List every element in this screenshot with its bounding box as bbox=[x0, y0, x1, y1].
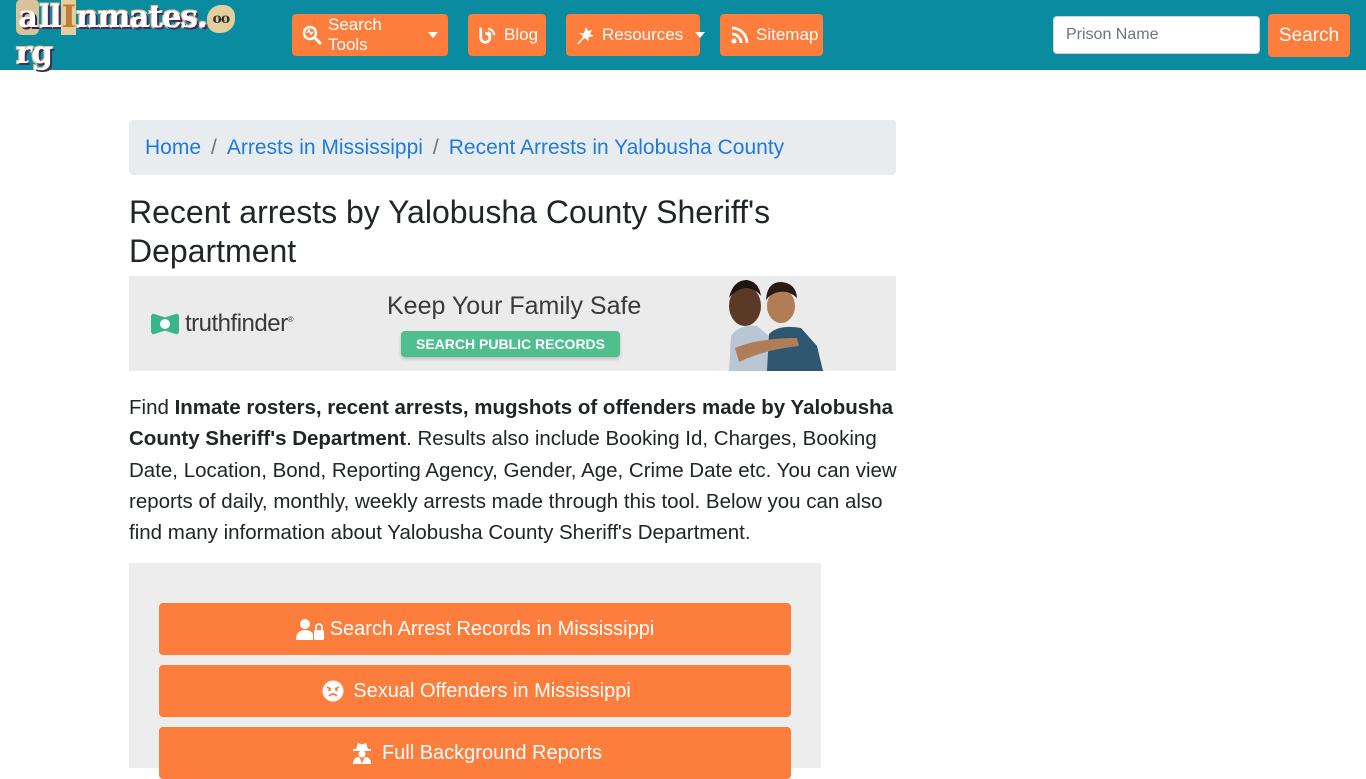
angry-face-icon bbox=[319, 679, 347, 703]
sexual-offenders-button[interactable]: Sexual Offenders in Mississippi bbox=[159, 665, 791, 717]
handcuffs-icon: oo bbox=[206, 4, 235, 33]
ad-headline: Keep Your Family Safe bbox=[387, 292, 642, 320]
nav-label: Sitemap bbox=[756, 25, 819, 44]
nav-label: Resources bbox=[602, 25, 684, 44]
ad-cta-button[interactable]: SEARCH PUBLIC RECORDS bbox=[401, 331, 620, 357]
breadcrumb-arrests-mississippi[interactable]: Arrests in Mississippi bbox=[227, 136, 423, 160]
site-logo[interactable]: allInmates. oorg bbox=[16, 0, 268, 71]
blog-icon bbox=[478, 25, 498, 45]
caret-down-icon bbox=[428, 32, 438, 38]
breadcrumb-separator: / bbox=[432, 135, 439, 159]
breadcrumb-separator: / bbox=[211, 135, 217, 159]
nav-label: Search Tools bbox=[328, 15, 382, 54]
nav-resources-dropdown[interactable]: Resources bbox=[566, 14, 706, 56]
truthfinder-logo: truthfinder® bbox=[151, 310, 294, 338]
logo-text: allInmates. oorg bbox=[16, 0, 268, 71]
breadcrumb: Home / Arrests in Mississippi / Recent A… bbox=[129, 120, 896, 175]
nav-label: Blog bbox=[504, 25, 539, 44]
action-label: Search Arrest Records in Mississippi bbox=[329, 617, 655, 640]
search-tools-icon bbox=[302, 25, 322, 45]
action-panel: Search Arrest Records in Mississippi Sex… bbox=[129, 563, 821, 779]
navbar: allInmates. oorg Search Tools Blog Resour… bbox=[0, 0, 1366, 71]
ad-family-photo bbox=[719, 276, 839, 371]
ad-banner[interactable]: truthfinder® Keep Your Family Safe SEARC… bbox=[129, 276, 896, 371]
action-label: Full Background Reports bbox=[381, 741, 603, 764]
caret-down-icon bbox=[695, 32, 706, 38]
full-background-reports-button[interactable]: Full Background Reports bbox=[159, 727, 791, 779]
page-description: Find Inmate rosters, recent arrests, mug… bbox=[129, 396, 897, 545]
breadcrumb-home[interactable]: Home bbox=[145, 136, 201, 160]
prison-name-input[interactable] bbox=[1053, 16, 1260, 54]
user-lock-icon bbox=[295, 617, 324, 641]
search-arrest-records-button[interactable]: Search Arrest Records in Mississippi bbox=[159, 603, 791, 655]
nav-search-tools-dropdown[interactable]: Search Tools bbox=[292, 14, 448, 56]
search-button[interactable]: Search bbox=[1268, 14, 1350, 57]
nav-blog-link[interactable]: Blog bbox=[468, 14, 546, 56]
breadcrumb-current-page[interactable]: Recent Arrests in Yalobusha County bbox=[449, 136, 784, 160]
nav-sitemap-link[interactable]: Sitemap bbox=[720, 14, 823, 56]
page-title: Recent arrests by Yalobusha County Sheri… bbox=[129, 194, 771, 269]
leaf-icon bbox=[576, 25, 596, 45]
rss-icon bbox=[730, 25, 750, 45]
action-label: Sexual Offenders in Mississippi bbox=[353, 679, 631, 702]
ad-brand: truthfinder bbox=[185, 310, 288, 337]
user-secret-icon bbox=[348, 741, 376, 765]
truthfinder-logo-icon bbox=[151, 313, 179, 335]
